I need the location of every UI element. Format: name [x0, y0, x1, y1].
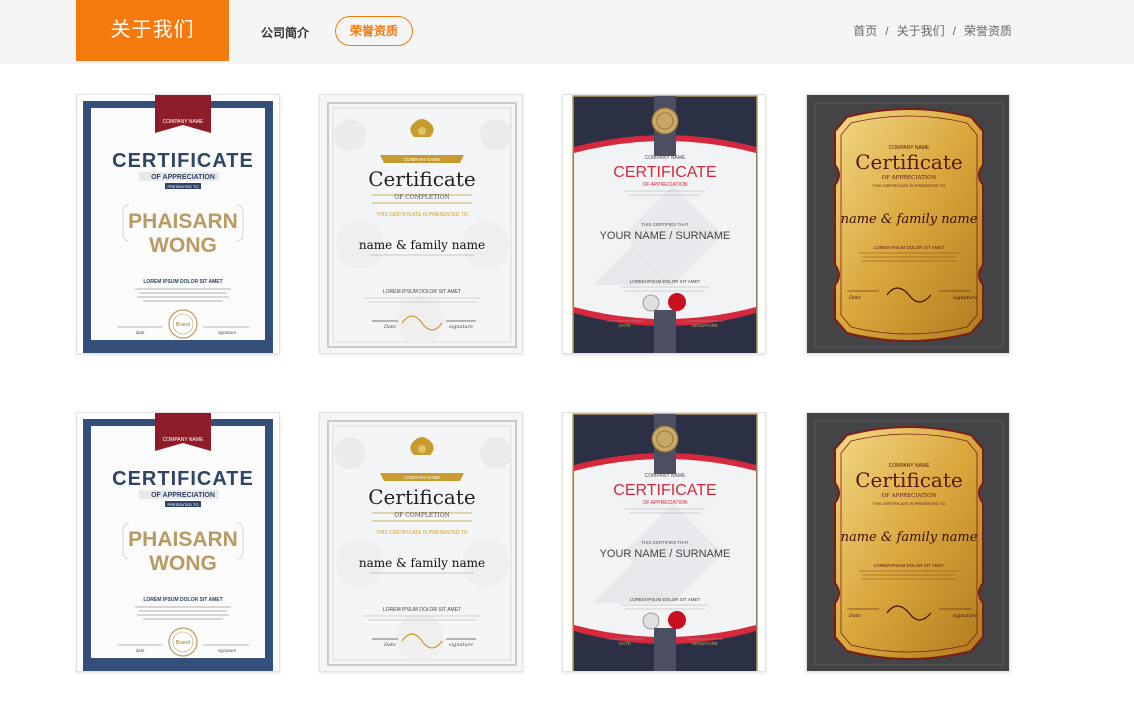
cert-subtitle: OF APPRECIATION [643, 182, 688, 188]
cert-signature-label: SIGNATURE [692, 323, 718, 328]
cert-title: CERTIFICATE [613, 482, 716, 499]
cert-lorem-heading: LOREM IPSUM DOLOR SIT AMET [874, 563, 945, 568]
cert-seal-text: Brand [176, 322, 190, 328]
cert-lorem-heading: LOREM IPSUM DOLOR SIT AMET [143, 597, 222, 603]
cert-presented: THIS CERTIFICATE IS PRESENTED TO [376, 212, 467, 218]
cert-signature-label: signature [449, 324, 473, 330]
cert-subtitle: OF APPRECIATION [882, 175, 937, 181]
cert-ribbon-text: COMPANY NAME [163, 119, 204, 125]
cert-recipient-name: YOUR NAME / SURNAME [600, 548, 731, 560]
certificate-image: COMPANY NAME CERTIFICATE OF APPRECIATION… [563, 413, 765, 671]
cert-signature-label: signature [449, 642, 473, 648]
certificate-card[interactable]: COMPANY NAME CERTIFICATE OF APPRECIATION… [562, 94, 766, 354]
cert-recipient-name: YOUR NAME / SURNAME [600, 230, 731, 242]
cert-title: Certificate [368, 167, 475, 191]
breadcrumb-about[interactable]: 关于我们 [897, 24, 945, 38]
cert-date-label: DATE [619, 323, 631, 328]
cert-signature-label: signature [953, 295, 977, 301]
cert-date-label: Date [383, 324, 396, 330]
cert-presented: THIS CERTIFICATE IS PRESENTED TO [872, 501, 945, 506]
certificate-card[interactable]: COMPANY NAME CERTIFICATE OF APPRECIATION… [76, 94, 280, 354]
cert-lorem-heading: LOREM IPSUM DOLOR SIT AMET [383, 289, 461, 295]
certificate-card[interactable]: COMPANY NAME CERTIFICATE OF APPRECIATION… [562, 412, 766, 672]
cert-title: Certificate [368, 485, 475, 509]
cert-signature-label: SIGNATURE [692, 641, 718, 646]
cert-date-label: Date [383, 642, 396, 648]
certificate-image: COMPANY NAME CERTIFICATE OF APPRECIATION… [77, 95, 279, 353]
cert-presented: THIS CERTIFIES THAT [641, 540, 689, 545]
cert-recipient-name: name & family name [841, 530, 978, 545]
cert-ribbon-text: COMPANY NAME [163, 437, 204, 443]
cert-recipient-first: PHAISARN [128, 210, 238, 233]
cert-recipient-name: name & family name [359, 556, 485, 570]
cert-presented: PRESENTED TO [168, 502, 199, 507]
cert-recipient-first: PHAISARN [128, 528, 238, 551]
cert-signature-label: signature [218, 648, 237, 653]
cert-lorem-heading: LOREM IPSUM DOLOR SIT AMET [874, 245, 945, 250]
certificate-image: COMPANY NAME Certificate OF APPRECIATION… [807, 95, 1009, 353]
cert-presented: THIS CERTIFICATE IS PRESENTED TO [872, 183, 945, 188]
cert-signature-label: signature [218, 330, 237, 335]
cert-company-name: COMPANY NAME [645, 155, 686, 161]
certificate-card[interactable]: COMPANY NAME Certificate OF APPRECIATION… [806, 412, 1010, 672]
top-bar: 关于我们 公司简介 荣誉资质 首页 / 关于我们 / 荣誉资质 [0, 0, 1134, 64]
cert-company-name: COMPANY NAME [645, 473, 686, 479]
cert-title: Certificate [855, 468, 962, 492]
certificate-image: COMPANY NAME CERTIFICATE OF APPRECIATION… [563, 95, 765, 353]
cert-subtitle: OF COMPLETION [394, 512, 450, 519]
breadcrumb-home[interactable]: 首页 [853, 24, 877, 38]
cert-subtitle: OF APPRECIATION [151, 174, 215, 181]
cert-seal-text: Brand [176, 640, 190, 646]
cert-subtitle: OF APPRECIATION [643, 500, 688, 506]
cert-recipient-name: name & family name [841, 212, 978, 227]
cert-lorem-heading: LOREM IPSUM DOLOR SIT AMET [383, 607, 461, 613]
certificate-card[interactable]: COMPANY NAME Certificate OF COMPLETION T… [319, 412, 523, 672]
cert-date-label: Date [848, 295, 861, 301]
cert-subtitle: OF APPRECIATION [151, 492, 215, 499]
cert-recipient-last: WONG [149, 552, 217, 575]
cert-date-label: Date [848, 613, 861, 619]
certificate-image: COMPANY NAME Certificate OF COMPLETION T… [320, 95, 522, 353]
cert-lorem-heading: LOREM IPSUM DOLOR SIT AMET [630, 279, 701, 284]
cert-ribbon-text: COMPANY NAME [404, 475, 441, 480]
cert-presented: THIS CERTIFIES THAT [641, 222, 689, 227]
subnav-company-intro[interactable]: 公司简介 [261, 24, 309, 41]
cert-recipient-name: name & family name [359, 238, 485, 252]
breadcrumb-current[interactable]: 荣誉资质 [964, 24, 1012, 38]
subnav-honors-active[interactable]: 荣誉资质 [335, 16, 413, 46]
cert-title: Certificate [855, 150, 962, 174]
cert-date-label: date [136, 648, 145, 653]
cert-date-label: DATE [619, 641, 631, 646]
cert-subtitle: OF COMPLETION [394, 194, 450, 201]
breadcrumb-separator: / [885, 24, 889, 38]
cert-recipient-last: WONG [149, 234, 217, 257]
certificate-card[interactable]: COMPANY NAME CERTIFICATE OF APPRECIATION… [76, 412, 280, 672]
cert-lorem-heading: LOREM IPSUM DOLOR SIT AMET [143, 279, 222, 285]
cert-title: CERTIFICATE [112, 150, 254, 172]
certificate-card[interactable]: COMPANY NAME Certificate OF APPRECIATION… [806, 94, 1010, 354]
cert-signature-label: signature [953, 613, 977, 619]
cert-presented: PRESENTED TO [168, 184, 199, 189]
cert-ribbon-text: COMPANY NAME [404, 157, 441, 162]
certificate-card[interactable]: COMPANY NAME Certificate OF COMPLETION T… [319, 94, 523, 354]
cert-title: CERTIFICATE [613, 164, 716, 181]
cert-subtitle: OF APPRECIATION [882, 493, 937, 499]
cert-presented: THIS CERTIFICATE IS PRESENTED TO [376, 530, 467, 536]
certificate-image: COMPANY NAME Certificate OF APPRECIATION… [807, 413, 1009, 671]
cert-title: CERTIFICATE [112, 468, 254, 490]
certificate-image: COMPANY NAME Certificate OF COMPLETION T… [320, 413, 522, 671]
breadcrumb-separator: / [952, 24, 956, 38]
section-title: 关于我们 [76, 0, 229, 61]
cert-lorem-heading: LOREM IPSUM DOLOR SIT AMET [630, 597, 701, 602]
certificate-image: COMPANY NAME CERTIFICATE OF APPRECIATION… [77, 413, 279, 671]
cert-date-label: date [136, 330, 145, 335]
breadcrumb: 首页 / 关于我们 / 荣誉资质 [853, 22, 1012, 39]
